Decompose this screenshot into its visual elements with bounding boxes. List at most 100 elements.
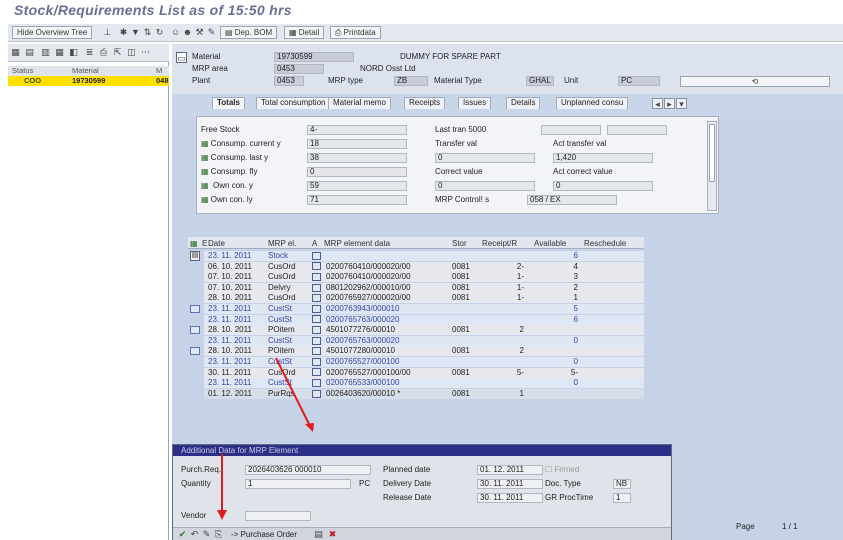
more-icon[interactable]: ⋯ [140,47,151,58]
grid-col-e[interactable]: E [202,239,207,248]
grid-col-receipt[interactable]: Receipt/R [482,239,517,248]
gr-proc-time-field[interactable]: 1 [613,493,631,503]
person-icon[interactable]: ☺ [170,27,181,38]
firmed-checkbox-icon[interactable]: ☐ [545,465,554,474]
layout-icon[interactable]: ◧ [68,47,79,58]
table-row[interactable]: 23. 11. 2011 CustSt 0200765763/000020 6 [204,314,644,325]
tab-scroll-left-icon[interactable]: ◂ [652,98,663,109]
refresh-icon[interactable]: ↻ [154,27,165,38]
grid-icon[interactable]: ▦ [10,47,21,58]
element-detail-icon[interactable] [312,293,324,303]
edit-icon[interactable]: ✎ [201,529,212,540]
element-detail-icon[interactable] [312,262,324,272]
grid-col-stor[interactable]: Stor [452,239,467,248]
exception-marker-icon[interactable] [190,305,200,313]
overview-icon[interactable]: ▤ [313,529,324,540]
material-field[interactable]: 19730599 [274,52,354,62]
table-row[interactable]: 06. 10. 2011 CusOrd 0200760410/000020/00 00… [204,261,644,272]
table-row[interactable]: 07. 10. 2011 Delvry 0801202962/000010/00 00… [204,282,644,293]
grid-select-all-icon[interactable]: ▤ [190,251,200,261]
grid-settings-icon[interactable]: ▦ [190,239,198,248]
tab-issues[interactable]: Issues [458,97,492,109]
totals-scrollbar-thumb[interactable] [709,124,715,182]
grid-col-a[interactable]: A [312,239,317,248]
element-detail-icon[interactable] [312,346,324,356]
refresh-stock-button[interactable]: ⟲ [680,76,830,87]
mrp-type-field[interactable]: ZB [394,76,428,86]
element-detail-icon[interactable] [312,368,324,378]
cancel-icon[interactable]: ✖ [327,529,338,540]
purch-req-field[interactable]: 2026403626 000010 [245,465,371,475]
navigate-icon[interactable]: ⊥ [102,27,113,38]
tab-scroll-right-icon[interactable]: ▸ [664,98,675,109]
table-row[interactable]: 28. 10. 2011 CusOrd 0200765927/000020/00 00… [204,293,644,304]
settings-icon[interactable]: ✱ [118,27,129,38]
quantity-field[interactable]: 1 [245,479,351,489]
table-icon[interactable]: ▦ [54,47,65,58]
sort-icon[interactable]: ⇅ [142,27,153,38]
element-detail-icon[interactable] [312,325,324,335]
release-date-field[interactable]: 30. 11. 2011 [477,493,543,503]
tree-row[interactable]: COO 19730599 048 [8,76,169,86]
hide-overview-tree-button[interactable]: Hide Overview Tree [12,26,93,39]
expand-icon[interactable]: ▤ [24,47,35,58]
material-type-field[interactable]: GHAL [526,76,554,86]
tab-unplanned-consumption[interactable]: Unplanned consu [556,97,629,109]
table-row[interactable]: 23. 11. 2011 CustSt 0200765527/000100 0 [204,357,644,367]
pin-icon[interactable]: ✎ [206,27,217,38]
table-row[interactable]: 01. 12. 2011 PurRqs 0026403620/00010 * 0081… [204,388,644,399]
element-detail-icon[interactable] [312,336,324,346]
copy-icon[interactable]: ⎘ [213,529,224,540]
tab-material-memo[interactable]: Material memo [328,97,391,109]
grid-col-mrp-element-data[interactable]: MRP element data [324,239,390,248]
dep-bom-button[interactable]: ▤ Dep. BOM [220,26,278,39]
tool-icon[interactable]: ⚒ [194,27,205,38]
planned-date-field[interactable]: 01. 12. 2011 [477,465,543,475]
table-row[interactable]: 07. 10. 2011 CusOrd 0200760410/000020/00 00… [204,272,644,283]
detail-button[interactable]: ▦ Detail [284,26,325,39]
unit-field[interactable]: PC [618,76,660,86]
table-row[interactable]: 28. 10. 2011 POitem 4501077276/00010 0081 2 [204,325,644,336]
mrp-area-field[interactable]: 0453 [274,64,324,74]
table-row[interactable]: 23. 11. 2011 CustSt 0200763943/000010 5 [204,304,644,314]
filter-icon[interactable]: ▼ [130,27,141,38]
table-row[interactable]: 30. 11. 2011 CusOrd 0200765527/000100/00 00… [204,367,644,378]
exception-marker-icon[interactable] [190,326,200,335]
element-detail-icon[interactable] [312,389,324,399]
element-detail-icon[interactable] [312,304,324,314]
doc-type-field[interactable]: NB [613,479,631,489]
collapse-header-icon[interactable]: ▭ [176,52,187,63]
grid-col-mrp-element[interactable]: MRP el. [268,239,296,248]
plant-field[interactable]: 0453 [274,76,304,86]
tab-details[interactable]: Details [506,97,541,109]
table-row[interactable]: 23. 11. 2011 CustSt 0200765763/000020 0 [204,335,644,346]
totals-scrollbar[interactable] [707,121,717,211]
element-detail-icon[interactable] [312,251,324,261]
export-icon[interactable]: ⇱ [112,47,123,58]
table-row[interactable]: 28. 10. 2011 POitem 4501077280/00010 0081 2 [204,346,644,357]
element-detail-icon[interactable] [312,272,324,282]
exception-marker-icon[interactable] [190,347,200,356]
grid-col-reschedule[interactable]: Reschedule [584,239,626,248]
delivery-date-field[interactable]: 30. 11. 2011 [477,479,543,489]
grid-col-date[interactable]: Date [208,239,225,248]
tab-receipts[interactable]: Receipts [404,97,446,109]
collapse-icon[interactable]: ▥ [40,47,51,58]
element-detail-icon[interactable] [312,283,324,293]
print-tree-icon[interactable]: ⎙ [98,47,109,58]
vendor-field[interactable] [245,511,311,521]
group-icon[interactable]: ☻ [182,27,193,38]
tab-totals[interactable]: Totals [212,97,245,109]
list-icon[interactable]: ≣ [84,47,95,58]
table-row[interactable]: 23. 11. 2011 Stock 6 [204,251,644,261]
printdata-button[interactable]: ⎙ Printdata [330,26,381,39]
chart-icon[interactable]: ◫ [126,47,137,58]
element-detail-icon[interactable] [312,378,324,388]
purchase-order-button[interactable]: -> Purchase Order [231,530,297,539]
back-icon[interactable]: ↶ [189,529,200,540]
element-detail-icon[interactable] [312,315,324,325]
tab-list-icon[interactable]: ▾ [676,98,687,109]
table-row[interactable]: 23. 11. 2011 CustSt 0200765533/000100 0 [204,378,644,389]
element-detail-icon[interactable] [312,357,324,367]
grid-col-available[interactable]: Available [534,239,566,248]
